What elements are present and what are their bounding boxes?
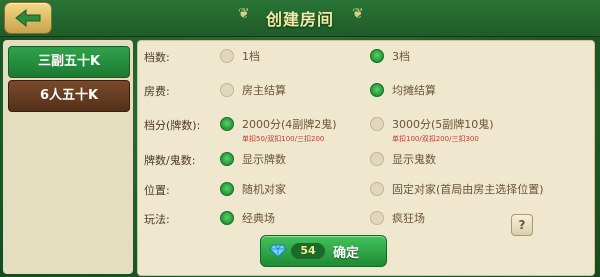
tab-three-decks-510k[interactable]: 三副五十K xyxy=(8,46,130,78)
help-button[interactable]: ? xyxy=(511,214,533,236)
top-bar: ❦ 创建房间 ❦ xyxy=(0,0,600,37)
row-label-room-fee: 房费: xyxy=(144,85,170,98)
option-tier-1[interactable]: 1档 xyxy=(220,48,260,64)
tab-six-players-510k[interactable]: 6人五十K xyxy=(8,80,130,112)
radio-selected-icon[interactable] xyxy=(220,117,234,131)
option-show-card-count[interactable]: 显示牌数 xyxy=(220,151,286,167)
radio-selected-icon[interactable] xyxy=(220,211,234,225)
leaf-decoration-icon: ❦ xyxy=(352,6,364,22)
option-fixed-partner[interactable]: 固定对家(首局由房主选择位置) xyxy=(370,181,544,197)
radio-selected-icon[interactable] xyxy=(220,182,234,196)
confirm-button[interactable]: 54 确定 xyxy=(260,235,387,267)
score-note-2000: 单扣50/双扣100/三扣200 xyxy=(242,135,325,143)
radio-selected-icon[interactable] xyxy=(370,83,384,97)
option-crazy-mode[interactable]: 疯狂场 xyxy=(370,210,425,226)
room-cost: 54 xyxy=(291,243,325,259)
row-label-mode: 玩法: xyxy=(144,213,170,226)
option-owner-pays[interactable]: 房主结算 xyxy=(220,82,286,98)
radio-icon[interactable] xyxy=(370,117,384,131)
radio-selected-icon[interactable] xyxy=(220,152,234,166)
page-title: 创建房间 xyxy=(265,10,334,29)
room-settings-panel: 档数: 1档 3档 房费: 房主结算 均摊结算 档分(牌数): 2000分(4副… xyxy=(137,40,595,276)
option-show-joker-count[interactable]: 显示鬼数 xyxy=(370,151,436,167)
option-split-fee[interactable]: 均摊结算 xyxy=(370,82,436,98)
radio-icon[interactable] xyxy=(370,182,384,196)
score-note-3000: 单扣100/双扣200/三扣300 xyxy=(392,135,479,143)
radio-icon[interactable] xyxy=(370,211,384,225)
diamond-icon xyxy=(269,244,287,258)
row-label-card-count: 牌数/鬼数: xyxy=(144,154,196,167)
row-label-position: 位置: xyxy=(144,184,170,197)
radio-selected-icon[interactable] xyxy=(370,49,384,63)
radio-icon[interactable] xyxy=(220,49,234,63)
room-type-tabs: 三副五十K 6人五十K xyxy=(3,40,133,274)
confirm-label: 确定 xyxy=(333,246,360,261)
option-classic-mode[interactable]: 经典场 xyxy=(220,210,275,226)
row-label-score-cards: 档分(牌数): xyxy=(144,119,201,132)
option-2000-points[interactable]: 2000分(4副牌2鬼) xyxy=(220,116,337,132)
row-label-tiers: 档数: xyxy=(144,51,170,64)
radio-icon[interactable] xyxy=(370,152,384,166)
option-random-partner[interactable]: 随机对家 xyxy=(220,181,286,197)
option-3000-points[interactable]: 3000分(5副牌10鬼) xyxy=(370,116,494,132)
option-tier-3[interactable]: 3档 xyxy=(370,48,410,64)
radio-icon[interactable] xyxy=(220,83,234,97)
